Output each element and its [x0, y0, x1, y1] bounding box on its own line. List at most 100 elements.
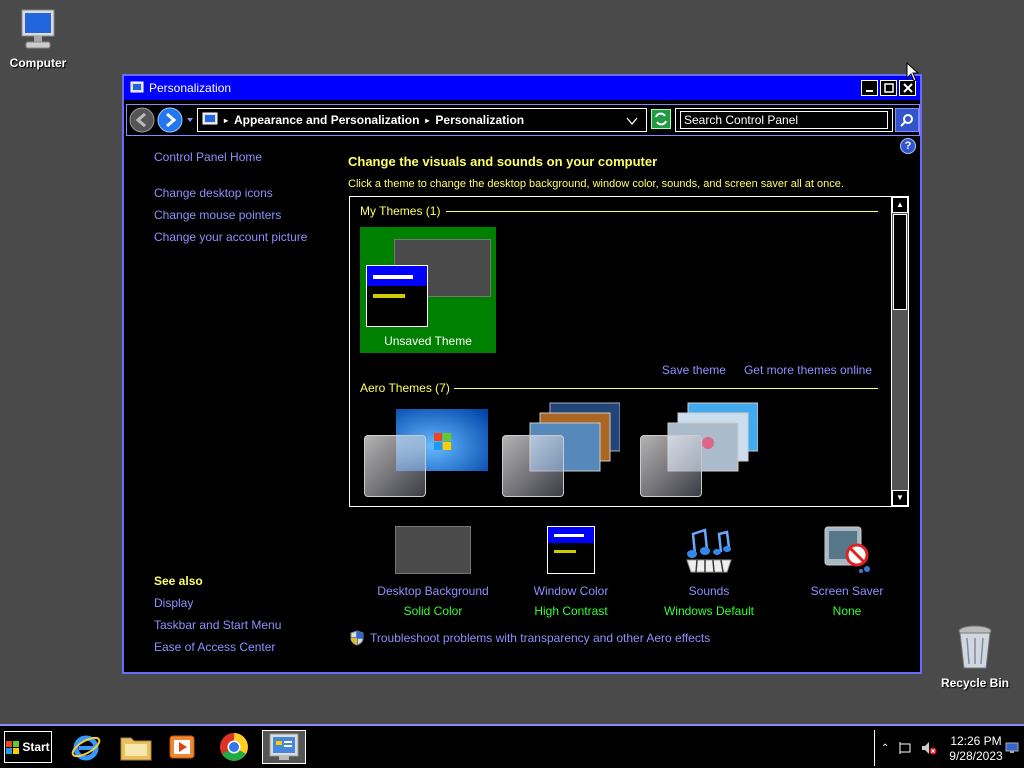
clock-time: 12:26 PM [950, 734, 1002, 748]
aero-theme-windows-7[interactable] [364, 405, 488, 497]
my-themes-divider [446, 211, 878, 212]
back-button[interactable] [129, 107, 155, 133]
forward-arrow-icon [157, 107, 183, 133]
screen-saver-value: None [832, 604, 862, 618]
sounds-value: Windows Default [663, 604, 755, 618]
search-box [675, 108, 893, 132]
taskbar-internet-explorer[interactable] [64, 730, 108, 764]
window-title: Personalization [149, 81, 232, 95]
desktop-background-label: Desktop Background [377, 584, 489, 598]
ease-of-access-link[interactable]: Ease of Access Center [154, 640, 281, 654]
breadcrumb-separator-icon[interactable]: ▸ [425, 116, 429, 125]
change-desktop-icons-link[interactable]: Change desktop icons [154, 186, 307, 200]
recycle-bin-icon [958, 625, 992, 669]
search-button[interactable] [895, 108, 919, 132]
see-also-section: See also Display Taskbar and Start Menu … [154, 574, 281, 662]
scroll-up-arrow-icon[interactable]: ▲ [892, 197, 908, 213]
back-arrow-icon [129, 107, 155, 133]
desktop-computer-icon[interactable]: Computer [0, 8, 78, 70]
screen-saver-setting[interactable]: Screen Saver None [778, 524, 916, 618]
desktop-background-preview-icon [395, 526, 471, 574]
theme-glass-preview [364, 435, 426, 497]
control-panel-icon [130, 81, 144, 93]
display-link[interactable]: Display [154, 596, 281, 610]
help-button[interactable]: ? [900, 138, 916, 154]
taskbar: Start ⌃ 12:26 PM 9/28/2023 [0, 724, 1024, 768]
title-bar[interactable]: Personalization [124, 76, 920, 100]
page-subheading: Click a theme to change the desktop back… [348, 178, 844, 190]
unsaved-theme-tile[interactable]: Unsaved Theme [360, 227, 496, 353]
window-color-label: Window Color [533, 584, 609, 598]
theme-glass-preview [502, 435, 564, 497]
maximize-button[interactable] [880, 80, 897, 96]
start-label: Start [22, 740, 50, 754]
aero-themes-divider [454, 388, 878, 389]
taskbar-chrome[interactable] [212, 730, 256, 764]
search-icon [900, 114, 913, 127]
internet-explorer-icon [71, 735, 101, 761]
forward-button[interactable] [157, 107, 183, 133]
taskbar-control-panel[interactable] [262, 730, 306, 764]
window-color-setting[interactable]: Window Color High Contrast [502, 524, 640, 618]
window-color-value: High Contrast [534, 604, 608, 618]
clock-date: 9/28/2023 [949, 749, 1003, 763]
maximize-icon [883, 83, 894, 93]
shield-icon [350, 630, 364, 646]
control-panel-taskbar-icon [269, 733, 299, 760]
get-more-themes-link[interactable]: Get more themes online [744, 363, 872, 377]
system-clock[interactable]: 12:26 PM 9/28/2023 [945, 734, 1007, 764]
theme-glass-preview [640, 435, 702, 497]
refresh-button[interactable] [651, 109, 671, 129]
theme-list-scrollbar[interactable]: ▲ ▼ [891, 197, 908, 506]
breadcrumb-appearance[interactable]: Appearance and Personalization [234, 113, 419, 127]
aero-theme-characters[interactable] [640, 402, 764, 497]
minimize-icon [866, 89, 873, 92]
address-bar[interactable]: ▸ Appearance and Personalization ▸ Perso… [197, 108, 647, 132]
aero-theme-architecture[interactable] [502, 402, 626, 497]
control-panel-address-icon [202, 112, 218, 125]
folder-icon [120, 737, 152, 761]
unsaved-theme-label: Unsaved Theme [384, 334, 472, 348]
troubleshoot-row: Troubleshoot problems with transparency … [350, 630, 710, 646]
breadcrumb-separator-icon[interactable]: ▸ [224, 116, 228, 125]
address-dropdown-icon[interactable] [626, 116, 638, 126]
recent-pages-chevron-icon[interactable] [185, 115, 195, 125]
start-button[interactable]: Start [4, 731, 52, 763]
left-navigation-pane: Control Panel Home Change desktop icons … [154, 150, 307, 252]
desktop-computer-label: Computer [9, 56, 67, 70]
save-theme-link[interactable]: Save theme [662, 363, 726, 377]
show-hidden-icons-chevron-icon[interactable]: ⌃ [881, 743, 889, 754]
close-button[interactable] [899, 80, 916, 96]
search-input[interactable] [680, 111, 888, 129]
desktop-background-value: Solid Color [403, 604, 463, 618]
troubleshoot-aero-link[interactable]: Troubleshoot problems with transparency … [370, 631, 710, 645]
page-heading: Change the visuals and sounds on your co… [348, 154, 658, 169]
minimize-button[interactable] [861, 80, 878, 96]
theme-preview-window [366, 265, 428, 327]
screen-saver-label: Screen Saver [810, 584, 884, 598]
change-account-picture-link[interactable]: Change your account picture [154, 230, 307, 244]
sounds-setting[interactable]: Sounds Windows Default [640, 524, 778, 618]
desktop-recycle-bin-icon[interactable]: Recycle Bin [935, 624, 1015, 690]
change-mouse-pointers-link[interactable]: Change mouse pointers [154, 208, 307, 222]
taskbar-media-player[interactable] [160, 730, 204, 764]
control-panel-home-link[interactable]: Control Panel Home [154, 150, 307, 164]
my-themes-group-label: My Themes (1) [360, 204, 441, 218]
window-color-preview-icon [547, 526, 595, 574]
taskbar-start-menu-link[interactable]: Taskbar and Start Menu [154, 618, 281, 632]
desktop-background-setting[interactable]: Desktop Background Solid Color [364, 524, 502, 618]
show-desktop-icon[interactable] [1005, 742, 1019, 754]
scroll-down-arrow-icon[interactable]: ▼ [892, 490, 908, 506]
personalization-window: Personalization ▸ Appearance and Persona… [122, 74, 922, 674]
scroll-thumb[interactable] [893, 214, 907, 310]
breadcrumb-personalization[interactable]: Personalization [435, 113, 524, 127]
close-icon [902, 83, 913, 93]
theme-preview-title-line [373, 275, 413, 279]
sounds-music-icon [686, 528, 732, 573]
sounds-label: Sounds [688, 584, 730, 598]
system-tray: ⌃ 12:26 PM 9/28/2023 [874, 730, 1024, 766]
taskbar-file-explorer[interactable] [114, 730, 158, 764]
theme-list: My Themes (1) Unsaved Theme Save theme G… [349, 196, 909, 507]
volume-muted-icon[interactable] [921, 741, 937, 755]
network-flag-icon[interactable] [899, 741, 913, 755]
